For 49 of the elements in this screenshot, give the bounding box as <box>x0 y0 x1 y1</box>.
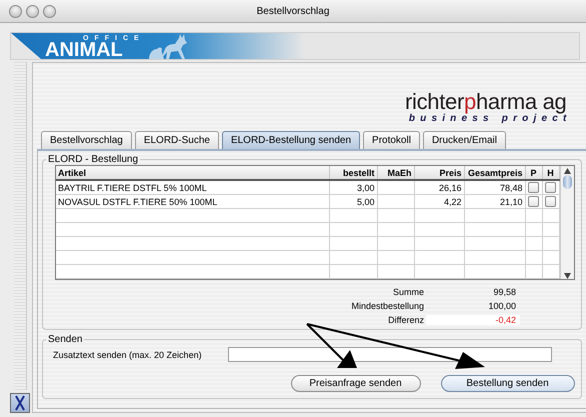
checkbox[interactable] <box>545 196 556 208</box>
scroll-down-icon[interactable] <box>564 273 570 279</box>
field-label: Zusatztext senden (max. 20 Zeichen) <box>53 350 202 360</box>
tab[interactable]: Bestellvorschlag <box>41 131 132 149</box>
logo-tagline: business project <box>408 113 572 124</box>
tab[interactable]: ELORD-Suche <box>134 131 219 149</box>
table-cell: 4,22 <box>414 194 464 208</box>
window-title: Bestellvorschlag <box>256 6 330 16</box>
summary-value: -0,42 <box>426 315 520 325</box>
summary-label: Summe <box>392 287 424 297</box>
group-title: Senden <box>47 334 84 345</box>
column-header[interactable]: H <box>542 166 559 180</box>
summary-value: 100,00 <box>487 301 517 311</box>
x-icon <box>13 395 27 411</box>
table-cell <box>377 180 414 194</box>
checkbox[interactable] <box>528 182 539 194</box>
group-title: ELORD - Bestellung <box>47 154 140 165</box>
table-cell: 26,16 <box>414 180 464 194</box>
column-header[interactable]: P <box>525 166 542 180</box>
column-header[interactable]: bestellt <box>329 166 377 180</box>
scroll-thumb[interactable] <box>562 175 572 189</box>
vertical-scrollbar[interactable] <box>560 166 574 279</box>
text-input-field[interactable] <box>228 347 552 362</box>
banner-title: ANIMAL <box>45 42 123 59</box>
table-cell: 3,00 <box>329 180 377 194</box>
checkbox[interactable] <box>528 196 539 208</box>
column-header[interactable]: Gesamtpreis <box>464 166 525 180</box>
zoom-button[interactable] <box>43 4 56 18</box>
minimize-button[interactable] <box>26 4 39 18</box>
table-cell: 78,48 <box>464 180 525 194</box>
summary-label: Mindestbestellung <box>351 301 424 311</box>
tab[interactable]: Protokoll <box>363 131 420 149</box>
summary-value: 99,58 <box>492 287 517 297</box>
table-cell: BAYTRIL F.TIERE DSTFL 5% 100ML <box>56 180 329 194</box>
tab[interactable]: ELORD-Bestellung senden <box>222 131 360 149</box>
send-button[interactable]: Bestellung senden <box>440 375 574 392</box>
summary-label: Differenz <box>388 315 424 325</box>
table-cell: 21,10 <box>464 194 525 208</box>
table-cell: 5,00 <box>329 194 377 208</box>
column-header[interactable]: Artikel <box>56 166 329 180</box>
table-cell: NOVASUL DSTFL F.TIERE 50% 100ML <box>56 194 329 208</box>
column-header[interactable]: Preis <box>414 166 464 180</box>
send-button[interactable]: Preisanfrage senden <box>290 375 420 392</box>
company-logo: richterpharma ag <box>404 91 566 113</box>
checkbox[interactable] <box>545 182 556 194</box>
tab[interactable]: Drucken/Email <box>422 131 506 149</box>
column-header[interactable]: MaEh <box>377 166 414 180</box>
exit-button[interactable] <box>10 393 30 413</box>
close-window-button[interactable] <box>9 4 22 18</box>
